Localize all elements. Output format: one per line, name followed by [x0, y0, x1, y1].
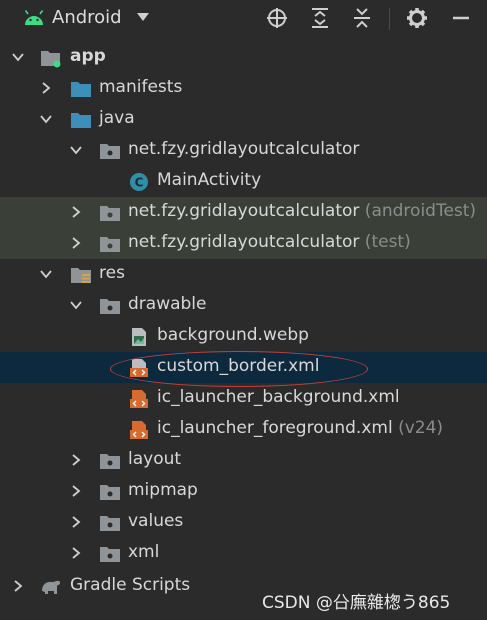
dropdown-icon[interactable]: [136, 12, 150, 22]
tree-row-res[interactable]: res: [0, 259, 487, 290]
chevron-right-icon[interactable]: [70, 454, 82, 466]
tree-row-drawable[interactable]: drawable: [0, 290, 487, 321]
android-icon: [24, 10, 44, 25]
chevron-down-icon[interactable]: [40, 113, 52, 125]
tree-row-manifests[interactable]: manifests: [0, 73, 487, 104]
chevron-down-icon[interactable]: [40, 268, 52, 280]
tree-label: app: [70, 46, 106, 66]
tree-label: ic_launcher_background.xml: [157, 387, 400, 407]
chevron-right-icon[interactable]: [70, 206, 82, 218]
folder-icon: [71, 82, 91, 97]
tree-label: MainActivity: [157, 170, 262, 190]
expand-all-icon[interactable]: [308, 6, 332, 30]
project-view-title[interactable]: Android: [52, 7, 122, 28]
collapse-all-icon[interactable]: [350, 6, 374, 30]
tree-row-package[interactable]: net.fzy.gridlayoutcalculator: [0, 135, 487, 166]
class-icon: C: [130, 173, 148, 191]
tree-row-values[interactable]: values: [0, 507, 487, 538]
tree-label: manifests: [99, 77, 183, 97]
watermark: CSDN @㕣廡雜楤う865: [262, 593, 451, 613]
chevron-right-icon[interactable]: [70, 516, 82, 528]
package-icon: [100, 206, 120, 221]
tree-row-java[interactable]: java: [0, 104, 487, 135]
tree-row-package-androidtest[interactable]: net.fzy.gridlayoutcalculator (androidTes…: [0, 197, 487, 228]
tree-label: background.webp: [157, 325, 309, 345]
chevron-right-icon[interactable]: [12, 580, 24, 592]
module-folder-icon: [41, 51, 61, 68]
tree-label-suffix: (test): [359, 232, 411, 252]
tree-row-package-test[interactable]: net.fzy.gridlayoutcalculator (test): [0, 228, 487, 259]
tree-label: values: [128, 511, 184, 531]
toolbar-separator: [389, 8, 390, 30]
tree-label-suffix: (androidTest): [359, 201, 477, 221]
tree-label: net.fzy.gridlayoutcalculator (test): [128, 232, 411, 252]
tree-row-ic-launcher-foreground[interactable]: ic_launcher_foreground.xml (v24): [0, 414, 487, 445]
gradle-elephant-icon: [42, 580, 61, 594]
resources-folder-icon: [71, 268, 91, 283]
locate-icon[interactable]: [265, 6, 289, 30]
highlight-circle: [110, 351, 368, 387]
chevron-right-icon[interactable]: [70, 237, 82, 249]
svg-text:C: C: [135, 176, 144, 190]
project-toolbar: Android: [0, 0, 487, 36]
chevron-down-icon[interactable]: [12, 51, 24, 63]
tree-label: mipmap: [128, 480, 198, 500]
tree-label-suffix: (v24): [392, 418, 444, 438]
package-icon: [100, 144, 120, 159]
tree-row-background-webp[interactable]: background.webp: [0, 321, 487, 352]
tree-label: net.fzy.gridlayoutcalculator (androidTes…: [128, 201, 477, 221]
chevron-down-icon[interactable]: [70, 144, 82, 156]
tree-label: ic_launcher_foreground.xml (v24): [157, 418, 444, 438]
chevron-down-icon[interactable]: [70, 299, 82, 311]
folder-icon: [100, 485, 120, 500]
chevron-right-icon[interactable]: [70, 547, 82, 559]
tree-label: res: [99, 263, 125, 283]
folder-icon: [100, 454, 120, 469]
tree-label: java: [99, 108, 135, 128]
image-file-icon: [132, 328, 146, 346]
tree-row-mainactivity[interactable]: C MainActivity: [0, 166, 487, 197]
tree-label: layout: [128, 449, 182, 469]
chevron-right-icon[interactable]: [40, 82, 52, 94]
gear-icon[interactable]: [405, 6, 429, 30]
folder-icon: [71, 113, 91, 128]
tree-row-layout[interactable]: layout: [0, 445, 487, 476]
xml-file-icon: [130, 390, 148, 408]
tree-label: drawable: [128, 294, 207, 314]
tree-label: xml: [128, 542, 160, 562]
tree-label: Gradle Scripts: [70, 575, 191, 595]
chevron-right-icon[interactable]: [70, 485, 82, 497]
folder-icon: [100, 516, 120, 531]
folder-icon: [100, 547, 120, 562]
tree-row-app[interactable]: app: [0, 42, 487, 73]
tree-label: net.fzy.gridlayoutcalculator: [128, 139, 360, 159]
package-icon: [100, 237, 120, 252]
minimize-icon[interactable]: [449, 6, 473, 30]
tree-row-xml[interactable]: xml: [0, 538, 487, 569]
folder-icon: [100, 299, 120, 314]
tree-row-ic-launcher-background[interactable]: ic_launcher_background.xml: [0, 383, 487, 414]
tree-row-mipmap[interactable]: mipmap: [0, 476, 487, 507]
xml-file-icon: [130, 421, 148, 439]
